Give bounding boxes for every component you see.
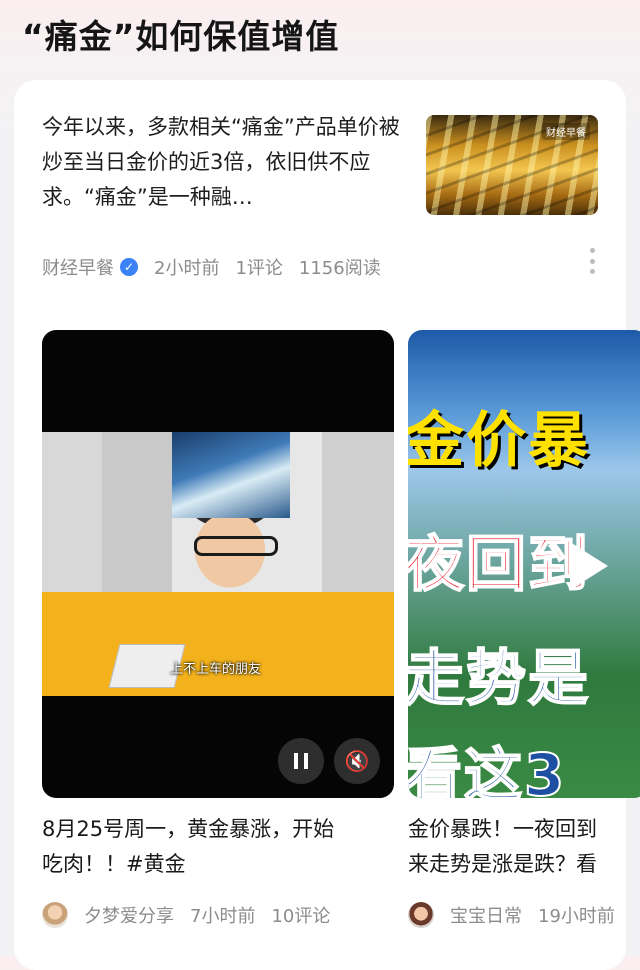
avatar[interactable] bbox=[408, 902, 434, 928]
article-reads: 1156阅读 bbox=[298, 258, 381, 279]
wall-painting bbox=[172, 432, 290, 518]
avatar[interactable] bbox=[42, 902, 68, 928]
mute-button[interactable]: 🔇 bbox=[334, 738, 380, 784]
video-meta: 宝宝日常 19小时前 bbox=[408, 902, 640, 928]
video-title-line: 金价暴跌！一夜回到 bbox=[408, 817, 597, 841]
video-title[interactable]: 8月25号周一，黄金暴涨，开始 吃肉！！#黄金 bbox=[42, 812, 394, 882]
video-card[interactable]: 金价暴 夜回到 走势是 看这3 金价暴跌！一夜回到 来走势是涨是跌？看 宝宝日常… bbox=[408, 330, 640, 928]
poster-text: 金价暴 bbox=[408, 406, 590, 476]
article-summary[interactable]: 今年以来，多款相关“痛金”产品单价被炒至当日金价的近3倍，依旧供不应求。“痛金”… bbox=[42, 110, 407, 215]
video-comments: 10评论 bbox=[271, 906, 331, 927]
thumbnail-watermark: 财经早餐 bbox=[542, 123, 590, 140]
video-meta: 夕梦爱分享 7小时前 10评论 bbox=[42, 902, 394, 928]
poster-text: 走势是 bbox=[408, 643, 590, 715]
article-time: 2小时前 bbox=[154, 258, 220, 279]
more-options-icon[interactable] bbox=[590, 248, 596, 274]
article-meta: 财经早餐 ✓ 2小时前 1评论 1156阅读 bbox=[42, 254, 397, 280]
video-frame: 上不上车的朋友 bbox=[42, 432, 394, 696]
article-item[interactable]: 今年以来，多款相关“痛金”产品单价被炒至当日金价的近3倍，依旧供不应求。“痛金”… bbox=[42, 110, 612, 280]
pause-button[interactable] bbox=[278, 738, 324, 784]
video-title-line: 吃肉！！#黄金 bbox=[42, 852, 186, 876]
verified-icon: ✓ bbox=[120, 258, 138, 276]
video-player[interactable]: 上不上车的朋友 🔇 bbox=[42, 330, 394, 798]
video-time: 7小时前 bbox=[190, 906, 256, 927]
feed-card: 今年以来，多款相关“痛金”产品单价被炒至当日金价的近3倍，依旧供不应求。“痛金”… bbox=[14, 80, 640, 970]
page-title: “痛金”如何保值增值 bbox=[22, 17, 340, 56]
video-card[interactable]: 上不上车的朋友 🔇 8月25号周一，黄金暴涨，开始 吃肉！！#黄金 夕梦爱分享 … bbox=[42, 330, 394, 928]
play-icon[interactable] bbox=[570, 542, 608, 590]
glasses bbox=[194, 536, 278, 556]
poster-text: 夜回到 bbox=[408, 529, 590, 601]
poster-text: 看这3 bbox=[408, 740, 567, 798]
video-time: 19小时前 bbox=[538, 906, 615, 927]
video-title-line: 8月25号周一，黄金暴涨，开始 bbox=[42, 817, 335, 841]
speaker-muted-icon: 🔇 bbox=[344, 749, 370, 773]
video-poster[interactable]: 金价暴 夜回到 走势是 看这3 bbox=[408, 330, 640, 798]
video-author[interactable]: 宝宝日常 bbox=[450, 902, 522, 928]
article-author[interactable]: 财经早餐 bbox=[42, 254, 114, 280]
video-subtitle: 上不上车的朋友 bbox=[170, 662, 262, 677]
article-comments: 1评论 bbox=[235, 258, 283, 279]
video-title[interactable]: 金价暴跌！一夜回到 来走势是涨是跌？看 bbox=[408, 812, 640, 882]
article-thumbnail[interactable]: 财经早餐 bbox=[426, 115, 598, 215]
video-title-line: 来走势是涨是跌？看 bbox=[408, 852, 597, 876]
video-author[interactable]: 夕梦爱分享 bbox=[84, 902, 174, 928]
